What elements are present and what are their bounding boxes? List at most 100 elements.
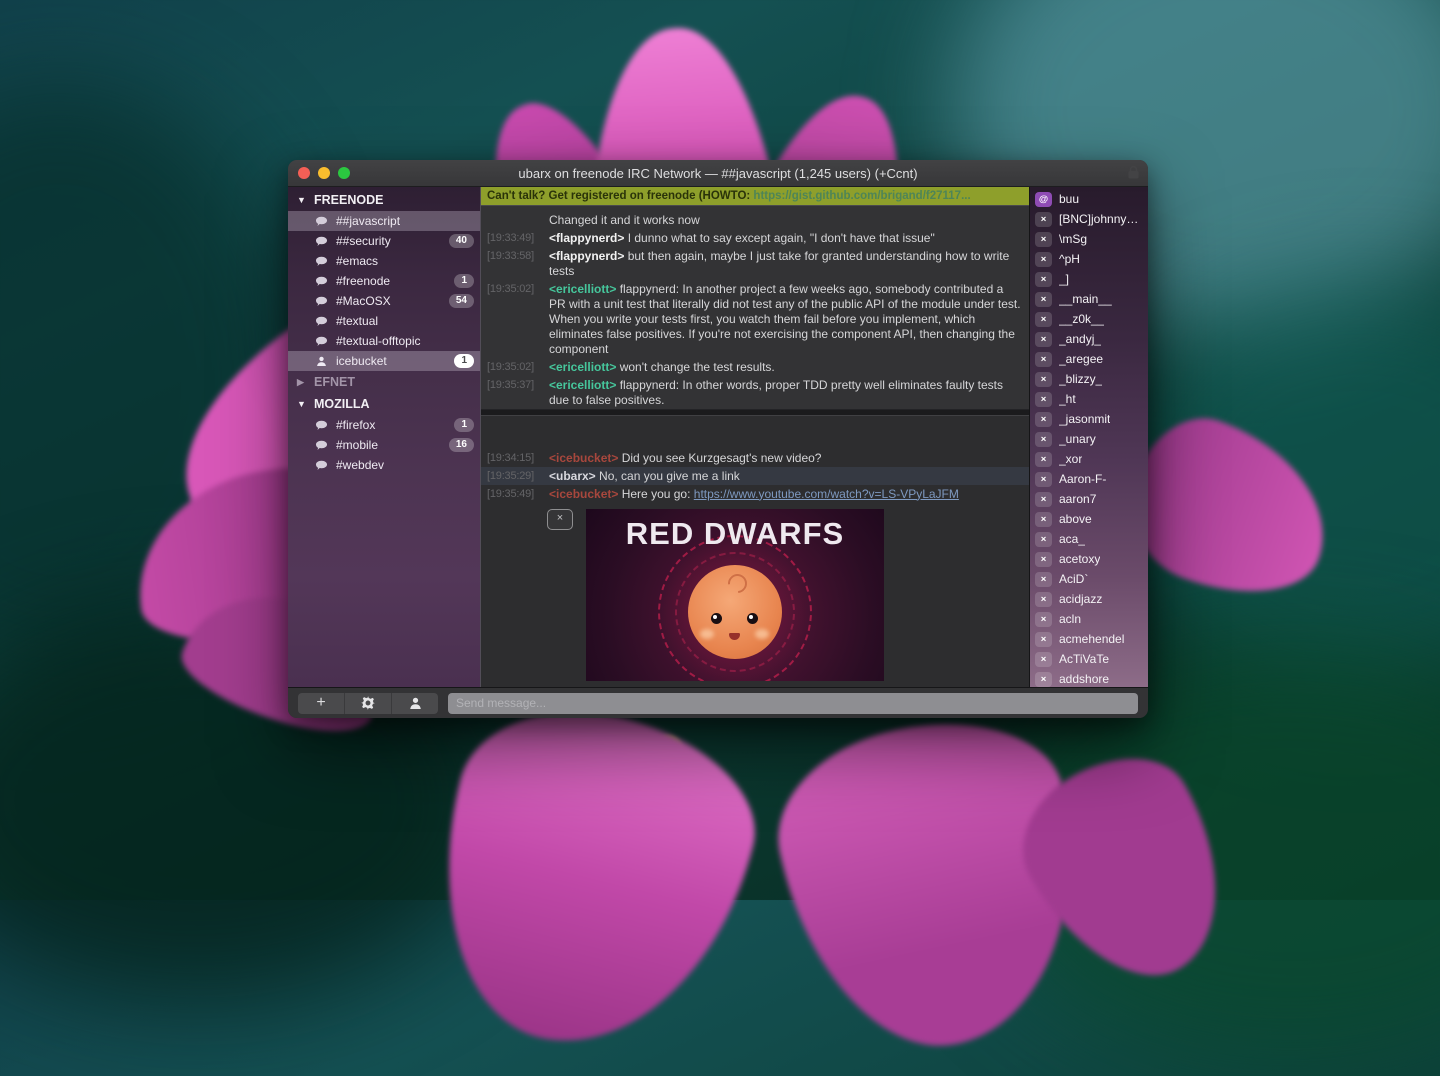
user-list-item[interactable]: × aaron7: [1030, 489, 1148, 509]
channel-icon: [315, 295, 328, 308]
user-list-item[interactable]: × _andyj_: [1030, 329, 1148, 349]
close-window-button[interactable]: [298, 167, 310, 179]
chevron-down-icon[interactable]: ▼: [297, 195, 307, 205]
no-mode-badge: ×: [1035, 411, 1052, 427]
user-list-item[interactable]: @ buu: [1030, 189, 1148, 209]
eye: [711, 613, 722, 625]
sidebar-item-textual[interactable]: #textual: [288, 311, 480, 331]
no-mode-badge: ×: [1035, 611, 1052, 627]
nick[interactable]: <icebucket>: [549, 451, 618, 465]
nick[interactable]: <ericelliott>: [549, 378, 616, 392]
user-list-item[interactable]: × acln: [1030, 609, 1148, 629]
channel-icon: [315, 255, 328, 268]
user-list-item[interactable]: × addshore: [1030, 669, 1148, 687]
channel-icon: [315, 439, 328, 452]
channel-name: #mobile: [336, 438, 379, 452]
no-mode-badge: ×: [1035, 211, 1052, 227]
channel-name: ##security: [336, 234, 391, 248]
sidebar-item-mobile[interactable]: #mobile 16: [288, 435, 480, 455]
timestamp: [481, 213, 549, 228]
channel-topic-bar: Can't talk? Get registered on freenode (…: [481, 187, 1029, 205]
chat-pane-top[interactable]: Changed it and it works now [19:33:49] <fl…: [481, 205, 1029, 410]
user-list-item[interactable]: × Aaron-F-: [1030, 469, 1148, 489]
nick[interactable]: <icebucket>: [549, 487, 618, 501]
sidebar-item-textual-offtopic[interactable]: #textual-offtopic: [288, 331, 480, 351]
message-link[interactable]: https://www.youtube.com/watch?v=LS-VPyLa…: [694, 487, 959, 501]
user-list-item[interactable]: × _blizzy_: [1030, 369, 1148, 389]
channel-name: #MacOSX: [336, 294, 391, 308]
sidebar-item-macosx[interactable]: #MacOSX 54: [288, 291, 480, 311]
user-nickname: Aaron-F-: [1059, 472, 1107, 486]
user-list-item[interactable]: × aca_: [1030, 529, 1148, 549]
nick[interactable]: <flappynerd>: [549, 231, 624, 245]
settings-gear-button[interactable]: [344, 692, 391, 714]
nick[interactable]: <ericelliott>: [549, 360, 616, 374]
topic-text: Can't talk? Get registered on freenode (…: [487, 190, 754, 202]
user-list-item[interactable]: × acmehendel: [1030, 629, 1148, 649]
user-list-item[interactable]: × acetoxy: [1030, 549, 1148, 569]
user-list-item[interactable]: × __z0k__: [1030, 309, 1148, 329]
chevron-down-icon[interactable]: ▼: [297, 399, 307, 409]
zoom-window-button[interactable]: [338, 167, 350, 179]
user-list-item[interactable]: × _aregee: [1030, 349, 1148, 369]
message-body: <ericelliott> flappynerd: In another pro…: [549, 281, 1021, 356]
unread-badge: 1: [454, 274, 474, 288]
sidebar-item-security[interactable]: ##security 40: [288, 231, 480, 251]
user-list-item[interactable]: × __main__: [1030, 289, 1148, 309]
traffic-lights: [298, 167, 350, 179]
chevron-right-icon[interactable]: ▶: [297, 377, 307, 388]
mouth: [729, 633, 740, 641]
toggle-userlist-button[interactable]: [391, 692, 438, 714]
window-titlebar[interactable]: ubarx on freenode IRC Network — ##javasc…: [288, 160, 1148, 187]
user-list-item[interactable]: × _xor: [1030, 449, 1148, 469]
nick[interactable]: <flappynerd>: [549, 249, 624, 263]
user-list-item[interactable]: × ^pH: [1030, 249, 1148, 269]
no-mode-badge: ×: [1035, 311, 1052, 327]
sidebar-item-webdev[interactable]: #webdev: [288, 455, 480, 475]
user-nickname: __z0k__: [1059, 312, 1105, 326]
sidebar-section-efnet[interactable]: ▶ EFNET: [288, 371, 480, 393]
inline-image-preview[interactable]: RED DWARFS: [586, 509, 884, 681]
sidebar-section-freenode[interactable]: ▼ FREENODE: [288, 189, 480, 211]
chat-message: Changed it and it works now: [481, 211, 1029, 229]
unread-badge: 54: [448, 294, 474, 308]
user-list-item[interactable]: × _jasonmit: [1030, 409, 1148, 429]
timestamp: [19:35:02]: [487, 360, 534, 373]
channel-icon: [315, 275, 328, 288]
user-list-item[interactable]: × \mSg: [1030, 229, 1148, 249]
user-list-item[interactable]: × _unary: [1030, 429, 1148, 449]
message-input[interactable]: [448, 692, 1138, 714]
user-nickname: [BNC]johnny…: [1059, 212, 1139, 226]
lock-icon: [1128, 165, 1139, 179]
user-list-item[interactable]: × _]: [1030, 269, 1148, 289]
nick[interactable]: <ericelliott>: [549, 282, 616, 296]
user-list-item[interactable]: × above: [1030, 509, 1148, 529]
sidebar-section-mozilla[interactable]: ▼ MOZILLA: [288, 393, 480, 415]
user-nickname: _jasonmit: [1059, 412, 1111, 426]
input-toolbar: +: [298, 692, 438, 714]
user-list-item[interactable]: × AciD`: [1030, 569, 1148, 589]
op-mode-badge: @: [1035, 191, 1052, 207]
sidebar-item-emacs[interactable]: #emacs: [288, 251, 480, 271]
user-list-item[interactable]: × AcTiVaTe: [1030, 649, 1148, 669]
close-preview-button[interactable]: ×: [547, 509, 573, 530]
minimize-window-button[interactable]: [318, 167, 330, 179]
user-list-item[interactable]: × acidjazz: [1030, 589, 1148, 609]
topic-link[interactable]: https://gist.github.com/brigand/f27117..…: [753, 190, 970, 202]
user-list-item[interactable]: × _ht: [1030, 389, 1148, 409]
unread-badge: 16: [448, 438, 474, 452]
nick[interactable]: <ubarx>: [549, 469, 596, 483]
user-list-item[interactable]: × [BNC]johnny…: [1030, 209, 1148, 229]
add-button[interactable]: +: [298, 693, 344, 714]
sidebar-item-javascript[interactable]: ##javascript: [288, 211, 480, 231]
sidebar-item-icebucket[interactable]: icebucket 1: [288, 351, 480, 371]
sidebar-item-firefox[interactable]: #firefox 1: [288, 415, 480, 435]
no-mode-badge: ×: [1035, 551, 1052, 567]
no-mode-badge: ×: [1035, 251, 1052, 267]
sidebar-item-freenode[interactable]: #freenode 1: [288, 271, 480, 291]
no-mode-badge: ×: [1035, 671, 1052, 687]
no-mode-badge: ×: [1035, 391, 1052, 407]
channel-name: #textual: [336, 314, 379, 328]
chat-pane-bottom[interactable]: [19:34:15] <icebucket> Did you see Kurzge…: [481, 415, 1029, 687]
message-body: <ericelliott> won't change the test resu…: [549, 359, 775, 374]
